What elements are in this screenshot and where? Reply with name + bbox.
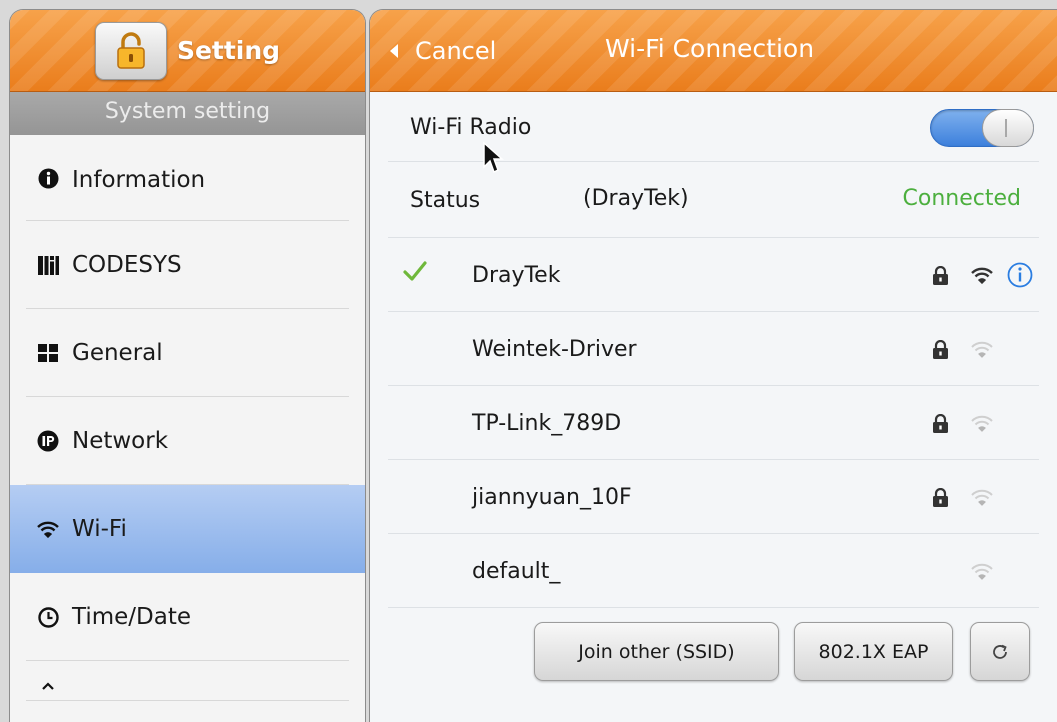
- grid-icon: [37, 342, 59, 364]
- status-row: Status (DrayTek) Connected: [370, 162, 1057, 238]
- wifi-signal-weak-icon: [971, 563, 993, 580]
- cancel-label: Cancel: [415, 36, 497, 65]
- action-bar: Join other (SSID) 802.1X EAP: [370, 622, 1057, 722]
- cancel-button[interactable]: Cancel: [390, 37, 496, 65]
- wifi-radio-row: Wi-Fi Radio: [370, 92, 1057, 162]
- status-value: Connected: [902, 186, 1021, 211]
- sidebar-item-general[interactable]: General: [10, 309, 365, 397]
- status-ssid: (DrayTek): [583, 186, 689, 211]
- wifi-icon: [37, 518, 59, 540]
- sidebar-item-label: CODESYS: [72, 252, 182, 278]
- network-ssid: Weintek-Driver: [472, 336, 637, 362]
- network-ssid: jiannyuan_10F: [472, 484, 632, 510]
- sidebar-title: Setting: [176, 36, 281, 65]
- checkmark-icon: [403, 261, 427, 281]
- refresh-button[interactable]: [970, 622, 1030, 681]
- mouse-pointer-icon: [483, 141, 504, 174]
- network-row[interactable]: TP-Link_789D: [370, 386, 1057, 460]
- network-ssid: TP-Link_789D: [472, 410, 622, 436]
- wifi-radio-label: Wi-Fi Radio: [410, 114, 532, 140]
- lock-button[interactable]: [94, 21, 167, 80]
- sidebar-item-network[interactable]: Network: [10, 397, 365, 485]
- network-ssid: DrayTek: [472, 262, 561, 288]
- info-icon: [37, 167, 59, 189]
- network-row[interactable]: DrayTek: [370, 238, 1057, 312]
- join-other-ssid-button[interactable]: Join other (SSID): [534, 622, 779, 681]
- sidebar-item-label: Time/Date: [72, 604, 192, 630]
- wifi-connection-panel: Cancel Wi-Fi Connection Wi-Fi Radio Stat…: [369, 9, 1057, 722]
- lock-icon: [933, 487, 948, 507]
- sidebar-item-label: General: [72, 340, 163, 366]
- network-row[interactable]: Weintek-Driver: [370, 312, 1057, 386]
- eap-button[interactable]: 802.1X EAP: [794, 622, 953, 681]
- status-label: Status: [410, 187, 481, 213]
- codesys-icon: [37, 254, 59, 276]
- chevron-up-icon: [37, 675, 59, 697]
- network-ssid: default_: [472, 558, 561, 584]
- sidebar-menu: Information CODESYS General Network Wi-F: [10, 135, 365, 701]
- lock-icon: [933, 413, 948, 433]
- wifi-radio-toggle[interactable]: [930, 109, 1034, 147]
- sidebar-header: Setting: [10, 10, 365, 92]
- wifi-signal-weak-icon: [971, 489, 993, 506]
- section-header: System setting: [10, 92, 365, 135]
- sidebar-item-wifi[interactable]: Wi-Fi: [10, 485, 365, 573]
- lock-icon: [933, 339, 948, 359]
- refresh-icon: [993, 644, 1007, 659]
- ip-icon: [37, 430, 59, 452]
- sidebar-item-label: Wi-Fi: [72, 516, 127, 542]
- sidebar-item-partial[interactable]: [10, 661, 365, 701]
- wifi-header: Cancel Wi-Fi Connection: [370, 10, 1057, 92]
- network-row[interactable]: default_: [370, 534, 1057, 608]
- sidebar-item-codesys[interactable]: CODESYS: [10, 221, 365, 309]
- toggle-knob[interactable]: [982, 109, 1034, 147]
- sidebar-item-time-date[interactable]: Time/Date: [10, 573, 365, 661]
- back-arrow-icon: [390, 43, 398, 58]
- unlock-icon: [117, 31, 145, 69]
- page-title: Wi-Fi Connection: [605, 34, 815, 63]
- wifi-signal-weak-icon: [971, 415, 993, 432]
- wifi-signal-strong-icon: [971, 267, 993, 284]
- sidebar-item-information[interactable]: Information: [10, 135, 365, 221]
- clock-icon: [37, 606, 59, 628]
- settings-sidebar: Setting System setting Information CODES…: [9, 9, 366, 722]
- sidebar-item-label: Information: [72, 167, 206, 193]
- lock-icon: [933, 265, 948, 285]
- sidebar-item-label: Network: [72, 428, 169, 454]
- wifi-signal-weak-icon: [971, 341, 993, 358]
- network-row[interactable]: jiannyuan_10F: [370, 460, 1057, 534]
- info-circle-icon[interactable]: [1007, 262, 1033, 288]
